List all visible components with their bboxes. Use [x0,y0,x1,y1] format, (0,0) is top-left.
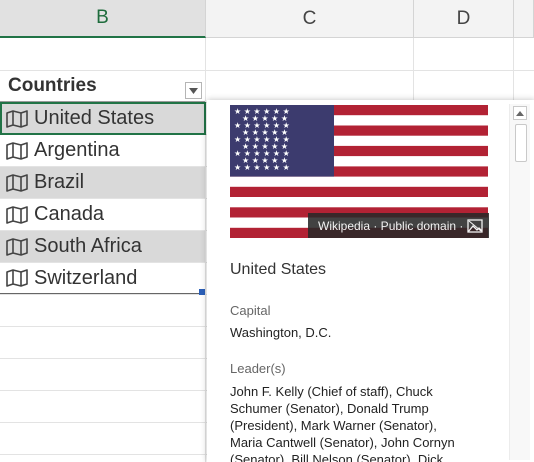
filter-dropdown-button[interactable] [185,82,202,99]
table-row[interactable]: Switzerland [0,263,205,294]
capital-value: Washington, D.C. [230,325,332,340]
column-header-c[interactable]: C [206,0,414,38]
column-header-e[interactable] [514,0,534,38]
scroll-up-button[interactable] [513,106,527,120]
leaders-label: Leader(s) [230,361,286,376]
image-attribution[interactable]: Wikipedia · Public domain · [308,213,490,238]
row-label: Switzerland [34,266,138,289]
row-label: Argentina [34,139,120,161]
table-row[interactable]: Argentina [0,135,205,166]
card-scrollbar[interactable] [509,104,530,460]
data-type-card[interactable]: ★ ★ ★ ★ ★ ★ ★ ★ ★ ★ ★ ★ ★ ★ ★ ★ ★ ★ ★ ★ … [207,100,534,462]
column-label: C [302,7,317,29]
column-header-d[interactable]: D [414,0,514,38]
column-label: D [456,7,471,29]
table-header-countries[interactable]: Countries [0,71,205,102]
map-icon [6,173,28,192]
gridline [205,38,206,462]
table-header-label: Countries [8,75,97,96]
map-icon [6,109,28,128]
chevron-up-icon [516,110,524,116]
svg-text:★ ★ ★ ★ ★ ★: ★ ★ ★ ★ ★ ★ [234,163,290,172]
row-label: Canada [34,203,105,225]
row-label: South Africa [34,235,142,257]
map-icon [6,205,28,224]
capital-label: Capital [230,303,271,318]
chevron-down-icon [189,87,198,94]
row-label: Brazil [34,171,85,193]
column-header-b[interactable]: B [0,0,206,38]
attribution-text: Wikipedia · Public domain · [318,218,464,233]
table-row[interactable]: United States [0,103,205,134]
table-resize-handle[interactable] [199,289,205,295]
map-icon [6,141,28,160]
table-row[interactable]: South Africa [0,231,205,262]
map-icon [6,269,28,287]
leaders-value: John F. Kelly (Chief of staff), Chuck Sc… [230,384,455,462]
row-label: United States [34,107,155,129]
table-row[interactable]: Brazil [0,167,205,198]
scroll-thumb[interactable] [515,124,527,162]
image-icon [467,218,484,233]
table-row[interactable]: Canada [0,199,205,230]
column-label: B [96,7,109,28]
map-icon [6,237,28,256]
card-title: United States [230,261,327,278]
